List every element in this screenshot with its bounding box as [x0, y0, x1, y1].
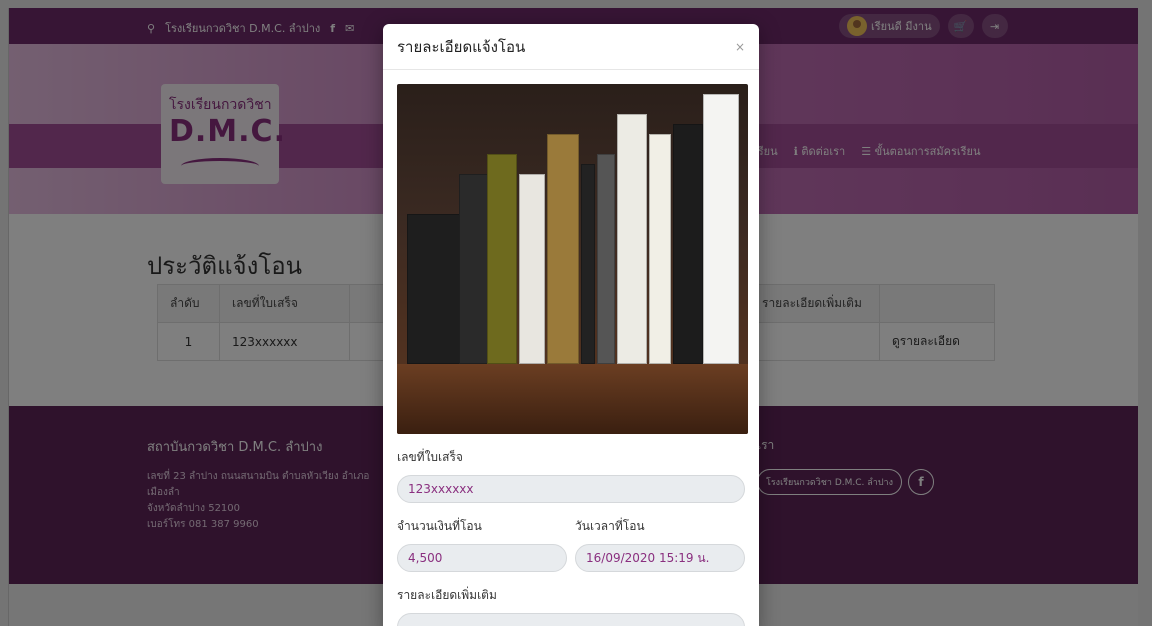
- modal-body: เลขที่ใบเสร็จ 123xxxxxx จำนวนเงินที่โอน …: [383, 70, 759, 626]
- photo-shelf: [397, 364, 748, 434]
- photo-book: [519, 174, 545, 364]
- note-label: รายละเอียดเพิ่มเติม: [397, 588, 497, 602]
- photo-book: [581, 164, 595, 364]
- modal-header: รายละเอียดแจ้งโอน ×: [383, 24, 759, 70]
- datetime-label: วันเวลาที่โอน: [575, 519, 645, 533]
- transfer-slip-image: [397, 84, 748, 434]
- receipt-label: เลขที่ใบเสร็จ: [397, 450, 463, 464]
- close-button[interactable]: ×: [735, 40, 745, 54]
- photo-book: [703, 94, 739, 364]
- transfer-detail-modal: รายละเอียดแจ้งโอน × เลขที่ใบเสร็จ 123xxx…: [383, 24, 759, 626]
- photo-book: [617, 114, 647, 364]
- amount-label: จำนวนเงินที่โอน: [397, 519, 482, 533]
- photo-book: [487, 154, 517, 364]
- photo-book: [597, 154, 615, 364]
- modal-title: รายละเอียดแจ้งโอน: [397, 37, 526, 56]
- photo-book: [649, 134, 671, 364]
- photo-book: [673, 124, 703, 364]
- note-field[interactable]: [397, 613, 745, 626]
- datetime-field[interactable]: 16/09/2020 15:19 น.: [575, 544, 745, 572]
- amount-field[interactable]: 4,500: [397, 544, 567, 572]
- receipt-field[interactable]: 123xxxxxx: [397, 475, 745, 503]
- photo-book: [547, 134, 579, 364]
- photo-book: [407, 214, 463, 364]
